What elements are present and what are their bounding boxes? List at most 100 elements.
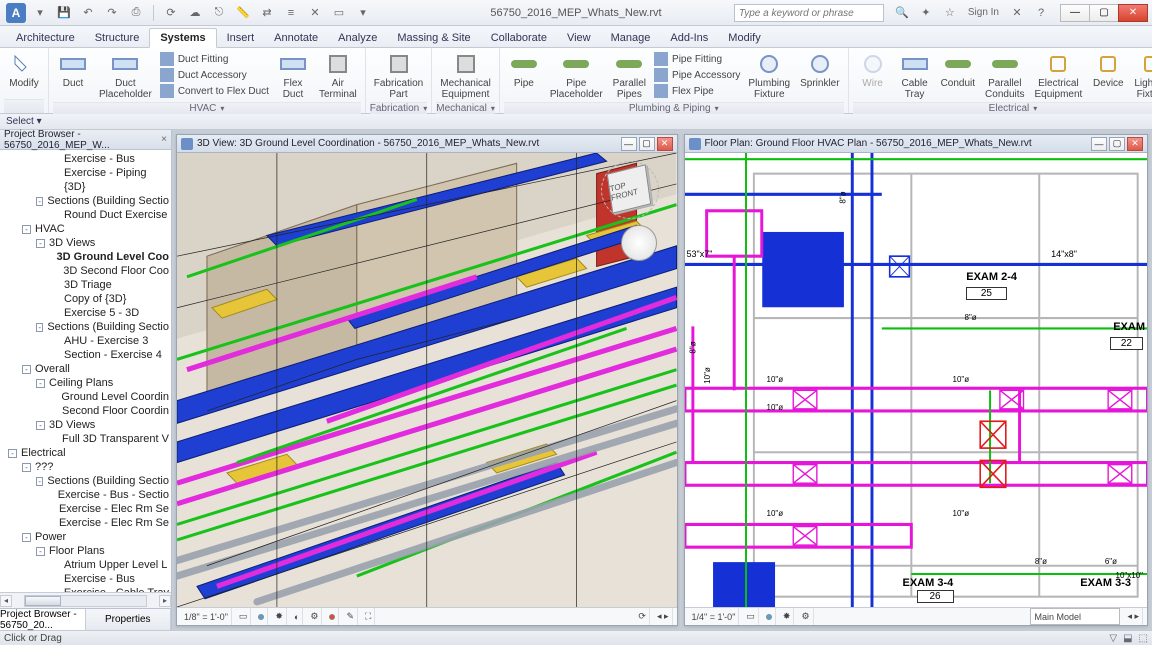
tree-node[interactable]: 3D Triage	[0, 278, 171, 292]
tree-node[interactable]: AHU - Exercise 3	[0, 334, 171, 348]
ribbon-tab-manage[interactable]: Manage	[601, 29, 661, 47]
pipe-accessory-button[interactable]: Pipe Accessory	[654, 68, 740, 82]
lighting-fixture-button[interactable]: LightingFixture	[1130, 50, 1152, 102]
duct-accessory-button[interactable]: Duct Accessory	[160, 68, 269, 82]
qat-extra-icon[interactable]: ▾	[353, 3, 373, 23]
vs3-rev-icon[interactable]: ⟳	[635, 608, 650, 625]
qat-cloud-icon[interactable]: ☁	[185, 3, 205, 23]
tree-node[interactable]: Round Duct Exercise	[0, 208, 171, 222]
qat-redo-icon[interactable]: ↷	[102, 3, 122, 23]
status-workset-icon[interactable]: ⬓	[1123, 633, 1132, 644]
qat-close-icon[interactable]: ✕	[305, 3, 325, 23]
viewport-3d-min-button[interactable]: —	[621, 137, 637, 151]
status-select-icon[interactable]: ⬚	[1139, 633, 1148, 644]
subscription-icon[interactable]: ✦	[916, 3, 936, 23]
close-button[interactable]: ✕	[1118, 4, 1148, 22]
help-search-input[interactable]	[734, 4, 884, 22]
qat-save-icon[interactable]: 💾	[54, 3, 74, 23]
ribbon-tab-view[interactable]: View	[557, 29, 601, 47]
tree-node[interactable]: -Overall	[0, 362, 171, 376]
ribbon-tab-add-ins[interactable]: Add-Ins	[660, 29, 718, 47]
search-icon[interactable]: 🔍	[892, 3, 912, 23]
modify-button[interactable]: Modify	[4, 50, 44, 91]
duct-button[interactable]: Duct	[53, 50, 93, 91]
tab-project-browser[interactable]: Project Browser - 56750_20...	[0, 609, 86, 630]
mechanical-equipment-button[interactable]: MechanicalEquipment	[436, 50, 495, 102]
viewport-3d-max-button[interactable]: ▢	[639, 137, 655, 151]
air-terminal-button[interactable]: AirTerminal	[315, 50, 361, 102]
viewport-2d-max-button[interactable]: ▢	[1109, 137, 1125, 151]
view2d-model-select[interactable]: Main Model	[1030, 608, 1120, 625]
electrical-equipment-button[interactable]: ElectricalEquipment	[1031, 50, 1087, 102]
vs2-icon-3[interactable]: ✸	[780, 608, 795, 625]
tree-node[interactable]: Exercise - Elec Rm Se	[0, 516, 171, 530]
vs2-icon-4[interactable]: ⚙	[798, 608, 813, 625]
scroll-left-icon[interactable]: ◂	[0, 595, 12, 607]
scroll-thumb[interactable]	[25, 596, 61, 606]
device-button[interactable]: Device	[1088, 50, 1128, 91]
tree-node[interactable]: -3D Views	[0, 236, 171, 250]
ribbon-tab-annotate[interactable]: Annotate	[264, 29, 328, 47]
qat-open-icon[interactable]: ▾	[30, 3, 50, 23]
scroll-track[interactable]	[24, 595, 147, 607]
viewport-3d-canvas[interactable]: TOP FRONT	[177, 153, 677, 607]
tree-node[interactable]: -3D Views	[0, 418, 171, 432]
viewport-3d-close-button[interactable]: ✕	[657, 137, 673, 151]
project-browser-title[interactable]: Project Browser - 56750_2016_MEP_W... ×	[0, 130, 171, 150]
ribbon-tab-collaborate[interactable]: Collaborate	[481, 29, 557, 47]
vs3-icon-2[interactable]	[255, 608, 268, 625]
viewport-2d-min-button[interactable]: —	[1091, 137, 1107, 151]
viewport-2d-close-button[interactable]: ✕	[1127, 137, 1143, 151]
duct-fitting-button[interactable]: Duct Fitting	[160, 52, 269, 66]
flex-duct-button[interactable]: FlexDuct	[273, 50, 313, 102]
pipe-fitting-button[interactable]: Pipe Fitting	[654, 52, 740, 66]
pipe-placeholder-button[interactable]: PipePlaceholder	[546, 50, 607, 102]
tree-node[interactable]: -HVAC	[0, 222, 171, 236]
ribbon-tab-analyze[interactable]: Analyze	[328, 29, 387, 47]
conduit-button[interactable]: Conduit	[937, 50, 979, 91]
tree-node[interactable]: Ground Level Coordin	[0, 390, 171, 404]
qat-measure-icon[interactable]: 📏	[233, 3, 253, 23]
ribbon-tab-architecture[interactable]: Architecture	[6, 29, 85, 47]
exchange-icon[interactable]: ✕	[1007, 3, 1027, 23]
vs3-icon-4[interactable]: ◐	[291, 608, 303, 625]
tree-node[interactable]: -Sections (Building Sectio	[0, 320, 171, 334]
vs3-icon-1[interactable]: ▭	[236, 608, 252, 625]
tree-node[interactable]: -Electrical	[0, 446, 171, 460]
tree-node[interactable]: 3D Ground Level Coo	[0, 250, 171, 264]
ribbon-tab-systems[interactable]: Systems	[149, 28, 216, 48]
ribbon-tab-massing-site[interactable]: Massing & Site	[387, 29, 480, 47]
qat-views-icon[interactable]: ▭	[329, 3, 349, 23]
tree-node[interactable]: -Sections (Building Sectio	[0, 474, 171, 488]
vs3-icon-5[interactable]: ⚙	[307, 608, 322, 625]
fabrication-part-button[interactable]: FabricationPart	[370, 50, 427, 102]
qat-sync-icon[interactable]: ⟳	[161, 3, 181, 23]
tree-node[interactable]: Copy of {3D}	[0, 292, 171, 306]
qat-thin-icon[interactable]: ≡	[281, 3, 301, 23]
tree-node[interactable]: -Ceiling Plans	[0, 376, 171, 390]
vs2-scroll-icon[interactable]: ◂ ▸	[1124, 608, 1143, 625]
tree-node[interactable]: Section - Exercise 4	[0, 348, 171, 362]
signin-button[interactable]: Sign In	[964, 3, 1003, 23]
minimize-button[interactable]: —	[1060, 4, 1090, 22]
vs2-icon-2[interactable]	[763, 608, 776, 625]
tree-node[interactable]: Exercise - Bus - Sectio	[0, 488, 171, 502]
scroll-right-icon[interactable]: ▸	[159, 595, 171, 607]
project-browser-close-icon[interactable]: ×	[161, 134, 167, 145]
tree-node[interactable]: 3D Second Floor Coo	[0, 264, 171, 278]
convert-to-flex-duct-button[interactable]: Convert to Flex Duct	[160, 84, 269, 98]
tree-node[interactable]: Exercise 5 - 3D	[0, 306, 171, 320]
parallel-pipes-button[interactable]: ParallelPipes	[609, 50, 650, 102]
nav-wheel-icon[interactable]	[621, 225, 657, 261]
sprinkler-button[interactable]: Sprinkler	[796, 50, 843, 91]
view2d-scale[interactable]: 1/4" = 1'-0"	[689, 608, 740, 625]
viewport-floorplan-title[interactable]: Floor Plan: Ground Floor HVAC Plan - 567…	[685, 135, 1148, 153]
qat-link-icon[interactable]: ⎋	[209, 3, 229, 23]
tree-node[interactable]: Exercise - Piping	[0, 166, 171, 180]
vs3-icon-3[interactable]: ✸	[272, 608, 287, 625]
vs3-icon-8[interactable]: ⛶	[362, 608, 375, 625]
maximize-button[interactable]: ▢	[1089, 4, 1119, 22]
plumbing-fixture-button[interactable]: PlumbingFixture	[744, 50, 794, 102]
ribbon-tab-structure[interactable]: Structure	[85, 29, 150, 47]
favorite-icon[interactable]: ☆	[940, 3, 960, 23]
